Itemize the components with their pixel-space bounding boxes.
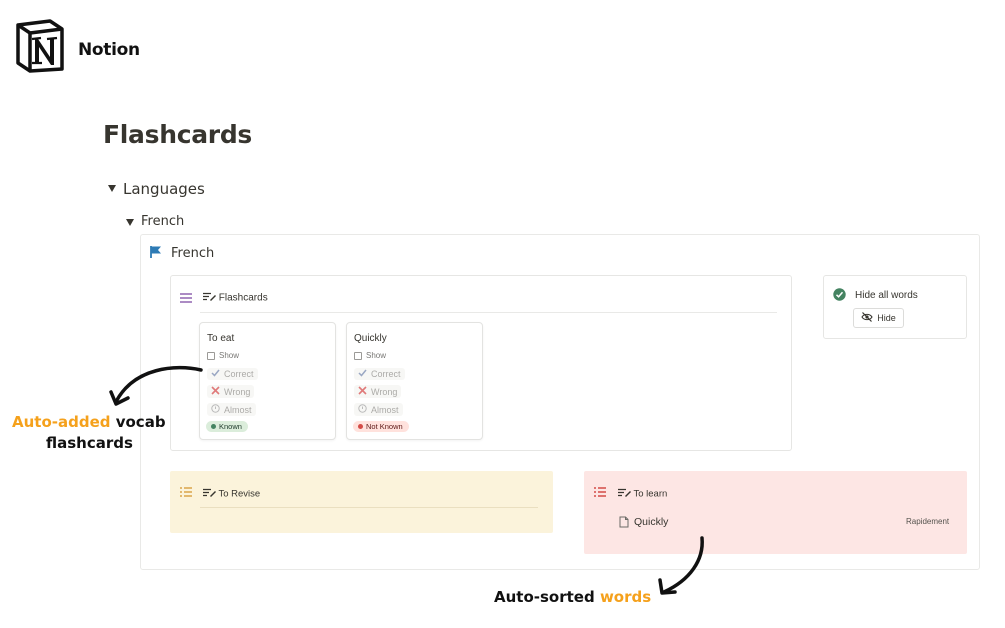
annotation-highlight: words [599, 588, 652, 606]
almost-icon [211, 404, 220, 415]
card-title: To eat [207, 333, 235, 344]
brand-name: Notion [78, 40, 140, 60]
to-revise-view-tab[interactable]: To Revise [203, 488, 260, 500]
flashcards-view-tab[interactable]: Flashcards [203, 292, 268, 304]
show-checkbox-row[interactable]: Show [354, 351, 386, 360]
annotation-highlight: Auto-added [12, 413, 111, 431]
correct-button[interactable]: Correct [354, 368, 405, 380]
curved-arrow-icon [105, 362, 205, 415]
almost-icon [358, 404, 367, 415]
checkbox[interactable] [354, 351, 362, 360]
status-label: Not Known [366, 422, 403, 431]
annotation-text: vocab [110, 413, 166, 431]
check-icon [211, 369, 220, 379]
card-title: Quickly [354, 333, 387, 344]
to-learn-view-tab[interactable]: To learn [618, 488, 667, 500]
divider [200, 507, 538, 508]
to-revise-label: To Revise [218, 488, 261, 500]
notion-logo [14, 19, 66, 73]
to-revise-panel [170, 471, 553, 533]
show-checkbox-row[interactable]: Show [207, 351, 239, 360]
correct-label: Correct [371, 369, 401, 379]
flashcards-view-label: Flashcards [218, 292, 268, 304]
wrong-button[interactable]: Wrong [354, 385, 402, 398]
flashcard[interactable]: To eat Show Correct Wrong Almost Known [199, 322, 336, 440]
french-block-title: French [171, 246, 215, 261]
wrong-label: Wrong [371, 386, 398, 397]
show-label: Show [366, 351, 387, 360]
check-circle-icon [833, 288, 846, 306]
wrong-button[interactable]: Wrong [207, 385, 255, 398]
show-label: Show [219, 351, 240, 360]
bullet-list-icon [594, 484, 606, 502]
list-edit-icon [203, 488, 216, 500]
status-badge: Not Known [353, 421, 409, 432]
list-edit-icon [618, 488, 631, 500]
status-label: Known [219, 422, 242, 431]
check-icon [358, 369, 367, 379]
flag-icon [150, 245, 162, 264]
almost-button[interactable]: Almost [354, 403, 403, 416]
correct-label: Correct [224, 369, 254, 379]
bullet-list-icon [180, 484, 192, 502]
almost-label: Almost [224, 404, 252, 415]
divider [200, 312, 777, 313]
list-item-translation: Rapidement [906, 517, 950, 526]
to-learn-label: To learn [633, 488, 668, 500]
page-title: Flashcards [103, 120, 252, 149]
to-learn-panel [584, 471, 967, 554]
annotation-bottom: Auto-sorted words [494, 588, 651, 606]
hide-button[interactable]: Hide [853, 308, 904, 328]
curved-arrow-icon [650, 530, 710, 605]
list-item-word[interactable]: Quickly [634, 516, 668, 528]
annotation-text: Auto-sorted [494, 588, 600, 606]
toggle-caret-icon[interactable] [126, 219, 134, 226]
almost-label: Almost [371, 404, 399, 415]
toggle-languages[interactable]: Languages [123, 180, 205, 198]
page-icon [619, 515, 629, 533]
hide-panel [823, 275, 967, 339]
wrong-label: Wrong [224, 386, 251, 397]
status-dot [358, 424, 363, 429]
cross-icon [358, 386, 367, 397]
toggle-french[interactable]: French [141, 214, 184, 229]
cross-icon [211, 386, 220, 397]
annotation-left: Auto-added vocab [12, 413, 166, 431]
toggle-caret-icon[interactable] [108, 185, 116, 192]
flashcard[interactable]: Quickly Show Correct Wrong Almost Not Kn… [346, 322, 483, 440]
status-badge: Known [206, 421, 248, 432]
annotation-left-line2: flashcards [46, 434, 133, 452]
checkbox[interactable] [207, 351, 215, 360]
hide-button-label: Hide [877, 313, 896, 323]
status-dot [211, 424, 216, 429]
almost-button[interactable]: Almost [207, 403, 256, 416]
hide-all-label: Hide all words [855, 290, 918, 301]
list-edit-icon [203, 292, 216, 304]
eye-off-icon [861, 312, 873, 324]
menu-icon [180, 290, 192, 308]
correct-button[interactable]: Correct [207, 368, 258, 380]
